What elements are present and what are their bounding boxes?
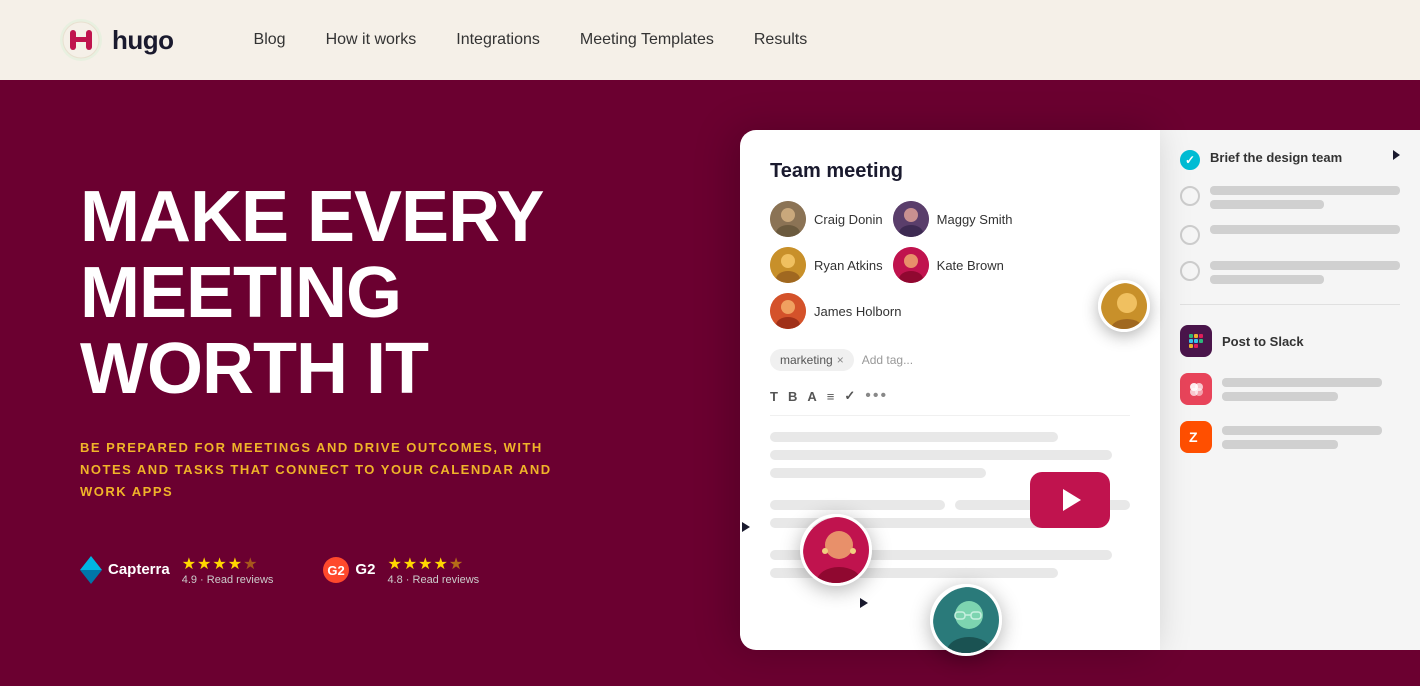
nav-results[interactable]: Results: [754, 31, 807, 49]
content-line-1: [770, 432, 1058, 442]
task-checkbox[interactable]: ✓: [1180, 150, 1200, 170]
attendees-list: Craig Donin Maggy Smith Ryan Atkins: [770, 201, 1130, 329]
task-title: Brief the design team: [1210, 150, 1383, 165]
main-nav: Blog How it works Integrations Meeting T…: [254, 31, 808, 49]
attendee-name-maggy: Maggy Smith: [937, 212, 1013, 227]
attendee-name-ryan: Ryan Atkins: [814, 258, 883, 273]
avatar-james: [770, 293, 806, 329]
task-expand[interactable]: [1393, 150, 1400, 160]
g2-review-text[interactable]: 4.8 · Read reviews: [387, 574, 479, 586]
tag-marketing[interactable]: marketing ×: [770, 349, 854, 371]
attendee-name-james: James Holborn: [814, 304, 901, 319]
task-arrow-icon: [1393, 150, 1400, 160]
attendee-craig: Craig Donin: [770, 201, 883, 237]
toolbar-align[interactable]: A: [807, 389, 816, 404]
toolbar-list[interactable]: ≡: [827, 389, 835, 404]
capterra-stars: ★★★★★: [182, 554, 274, 574]
capterra-logo: Capterra: [80, 556, 170, 584]
capterra-rating: Capterra ★★★★★ 4.9 · Read reviews: [80, 554, 273, 586]
attendee-name-kate: Kate Brown: [937, 258, 1004, 273]
logo-text: hugo: [112, 25, 174, 56]
header: hugo Blog How it works Integrations Meet…: [0, 0, 1420, 80]
g2-logo: G2 G2: [323, 557, 375, 583]
svg-text:G2: G2: [328, 563, 345, 578]
attendee-name-craig: Craig Donin: [814, 212, 883, 227]
nav-how-it-works[interactable]: How it works: [326, 31, 417, 49]
hero-subtitle: BE PREPARED FOR MEETINGS AND DRIVE OUTCO…: [80, 437, 580, 503]
editor-toolbar: T B A ≡ ✓ •••: [770, 387, 1130, 416]
task-text: Brief the design team: [1210, 150, 1383, 165]
content-line-3: [770, 468, 986, 478]
attendee-ryan: Ryan Atkins: [770, 247, 883, 283]
play-icon: [1063, 489, 1081, 511]
g2-rating: G2 G2 ★★★★★ 4.8 · Read reviews: [323, 554, 479, 586]
avatar-kate: [893, 247, 929, 283]
cursor-arrow-2: [860, 598, 868, 608]
nav-meeting-templates[interactable]: Meeting Templates: [580, 31, 714, 49]
logo[interactable]: hugo: [60, 19, 174, 61]
cursor-2: [860, 598, 868, 608]
tags-row: marketing × Add tag...: [770, 349, 1130, 371]
floating-avatar-1: [1098, 280, 1150, 332]
check-icon: ✓: [1185, 153, 1195, 167]
floating-avatar-bottom-1: [800, 514, 872, 586]
play-button[interactable]: [1030, 472, 1110, 528]
capterra-label: Capterra: [108, 561, 170, 578]
toolbar-check[interactable]: ✓: [844, 388, 855, 404]
avatar-ryan: [770, 247, 806, 283]
avatar-maggy: [893, 201, 929, 237]
capterra-review-text[interactable]: 4.9 · Read reviews: [182, 574, 274, 586]
task-item-brief: ✓ Brief the design team: [1180, 150, 1400, 170]
nav-blog[interactable]: Blog: [254, 31, 286, 49]
add-tag[interactable]: Add tag...: [862, 353, 913, 367]
meeting-title: Team meeting: [770, 160, 1130, 183]
attendee-maggy: Maggy Smith: [893, 201, 1013, 237]
toolbar-text[interactable]: T: [770, 389, 778, 404]
avatar-craig: [770, 201, 806, 237]
cursor-1: [742, 522, 750, 532]
logo-icon: [60, 19, 102, 61]
content-line-2: [770, 450, 1112, 460]
g2-rating-info: ★★★★★ 4.8 · Read reviews: [387, 554, 479, 586]
floating-avatar-container-1: [1098, 280, 1150, 332]
g2-stars: ★★★★★: [387, 554, 479, 574]
toolbar-more[interactable]: •••: [865, 387, 888, 405]
toolbar-bold[interactable]: B: [788, 389, 797, 404]
nav-integrations[interactable]: Integrations: [456, 31, 540, 49]
g2-icon: G2: [323, 557, 349, 583]
capterra-icon: [80, 556, 102, 584]
tag-remove[interactable]: ×: [837, 353, 844, 367]
g2-label: G2: [355, 561, 375, 578]
meeting-card: Team meeting Craig Donin Maggy Smith: [740, 130, 1160, 650]
hero-section: MAKE EVERY MEETING WORTH IT BE PREPARED …: [0, 80, 1420, 686]
floating-avatar-bottom-2: [930, 584, 1002, 656]
floating-avatar-1-image: [1101, 283, 1150, 332]
attendee-kate: Kate Brown: [893, 247, 1004, 283]
attendee-james: James Holborn: [770, 293, 901, 329]
cursor-arrow-1: [742, 522, 750, 532]
capterra-rating-info: ★★★★★ 4.9 · Read reviews: [182, 554, 274, 586]
